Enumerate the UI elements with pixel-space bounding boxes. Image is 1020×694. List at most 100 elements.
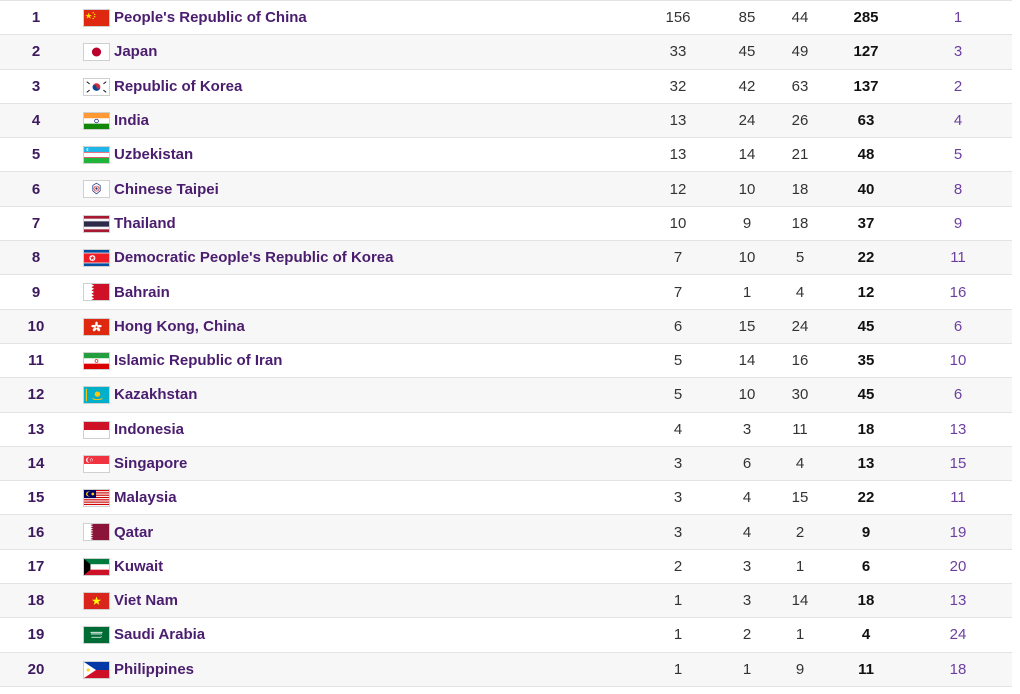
bronze-count: 15 [791,489,809,507]
country-link[interactable]: Kuwait [114,550,163,583]
indonesia-flag-icon [83,420,110,439]
country-link[interactable]: Hong Kong, China [114,310,245,343]
silver-count: 4 [742,523,752,541]
country-link[interactable]: Islamic Republic of Iran [114,344,282,377]
singapore-flag-icon [83,454,110,473]
previous-rank[interactable]: 16 [928,275,988,308]
country-link[interactable]: Indonesia [114,413,184,446]
table-row: 13 Indonesia 4 3 11 18 13 [0,413,1012,447]
previous-rank[interactable]: 11 [928,241,988,274]
country-link[interactable]: Uzbekistan [114,138,193,171]
table-row: 20 Philippines 1 1 9 11 18 [0,652,1012,687]
country-link[interactable]: Viet Nam [114,584,178,617]
japan-flag-icon [83,43,110,62]
table-row: 9 Bahrain 7 1 4 12 16 [0,275,1012,310]
silver-count: 9 [742,214,752,232]
bronze-count: 1 [795,557,805,575]
previous-rank[interactable]: 20 [928,550,988,583]
bronze-count: 4 [795,455,805,472]
india-flag-icon [83,111,110,130]
total-count: 6 [861,557,871,575]
silver-count: 2 [742,626,752,644]
total-count: 22 [857,489,875,507]
gold-count: 5 [673,386,683,404]
silver-count: 1 [742,660,752,678]
silver-count: 10 [738,249,756,267]
saudi-arabia-flag-icon [83,626,110,645]
rank-value: 1 [31,9,41,27]
previous-rank[interactable]: 19 [928,515,988,548]
table-row: 3 Republic of Korea 32 42 63 137 2 [0,70,1012,104]
rank-value: 10 [27,317,45,335]
country-link[interactable]: Saudi Arabia [114,618,205,651]
silver-count: 24 [738,112,756,130]
gold-count: 7 [673,249,683,267]
previous-rank[interactable]: 3 [928,35,988,68]
silver-count: 14 [738,146,756,164]
silver-count: 85 [738,9,756,27]
total-count: 13 [857,455,875,472]
table-row: 15 Malaysia 3 4 15 22 11 [0,481,1012,516]
previous-rank[interactable]: 15 [928,447,988,480]
total-count: 45 [857,386,875,404]
bronze-count: 1 [795,626,805,644]
previous-rank[interactable]: 5 [928,138,988,171]
viet-nam-flag-icon [83,592,110,611]
silver-count: 4 [742,489,752,507]
country-link[interactable]: Kazakhstan [114,378,197,411]
previous-rank[interactable]: 24 [928,618,988,651]
rank-value: 8 [31,249,41,267]
previous-rank[interactable]: 13 [928,413,988,446]
country-link[interactable]: Singapore [114,447,187,480]
previous-rank[interactable]: 6 [928,310,988,343]
philippines-flag-icon [83,660,110,679]
previous-rank[interactable]: 9 [928,207,988,240]
country-link[interactable]: Democratic People's Republic of Korea [114,241,393,274]
country-link[interactable]: Thailand [114,207,176,240]
bronze-count: 2 [795,523,805,541]
country-link[interactable]: Philippines [114,653,194,686]
country-link[interactable]: Bahrain [114,275,170,308]
rank-value: 17 [27,557,45,575]
total-count: 12 [857,283,875,301]
total-count: 11 [858,660,874,678]
bronze-count: 26 [791,112,809,130]
rank-value: 9 [31,283,41,301]
country-link[interactable]: Qatar [114,515,153,548]
country-link[interactable]: Republic of Korea [114,70,242,103]
previous-rank[interactable]: 1 [928,1,988,34]
table-row: 17 Kuwait 2 3 1 6 20 [0,550,1012,585]
gold-count: 1 [673,626,683,644]
rank-value: 13 [27,420,45,438]
kuwait-flag-icon [83,557,110,576]
medal-table: 1 People's Republic of China 156 85 44 285 1 2 J… [0,0,1012,687]
rank-value: 12 [27,386,45,404]
table-row: 2 Japan 33 45 49 127 3 [0,35,1012,70]
gold-count: 6 [673,317,683,335]
previous-rank[interactable]: 13 [928,584,988,617]
previous-rank[interactable]: 18 [928,653,988,686]
table-row: 4 India 13 24 26 63 4 [0,103,1012,139]
country-link[interactable]: People's Republic of China [114,1,307,34]
total-count: 48 [857,146,875,164]
previous-rank[interactable]: 8 [928,172,988,205]
previous-rank[interactable]: 10 [928,344,988,377]
total-count: 18 [857,420,875,438]
country-link[interactable]: Malaysia [114,481,177,514]
total-count: 22 [857,249,875,267]
previous-rank[interactable]: 11 [928,481,988,514]
table-row: 1 People's Republic of China 156 85 44 285 1 [0,0,1012,36]
bronze-count: 21 [791,146,809,164]
rank-value: 6 [31,180,41,198]
country-link[interactable]: Chinese Taipei [114,172,219,205]
rank-value: 14 [27,455,45,472]
bronze-count: 16 [791,352,809,370]
country-link[interactable]: India [114,104,149,137]
table-row: 10 Hong Kong, China 6 15 24 45 6 [0,309,1012,344]
previous-rank[interactable]: 6 [928,378,988,411]
country-link[interactable]: Japan [114,35,157,68]
thailand-flag-icon [83,214,110,233]
rank-value: 4 [31,112,41,130]
previous-rank[interactable]: 2 [928,70,988,103]
previous-rank[interactable]: 4 [928,104,988,137]
